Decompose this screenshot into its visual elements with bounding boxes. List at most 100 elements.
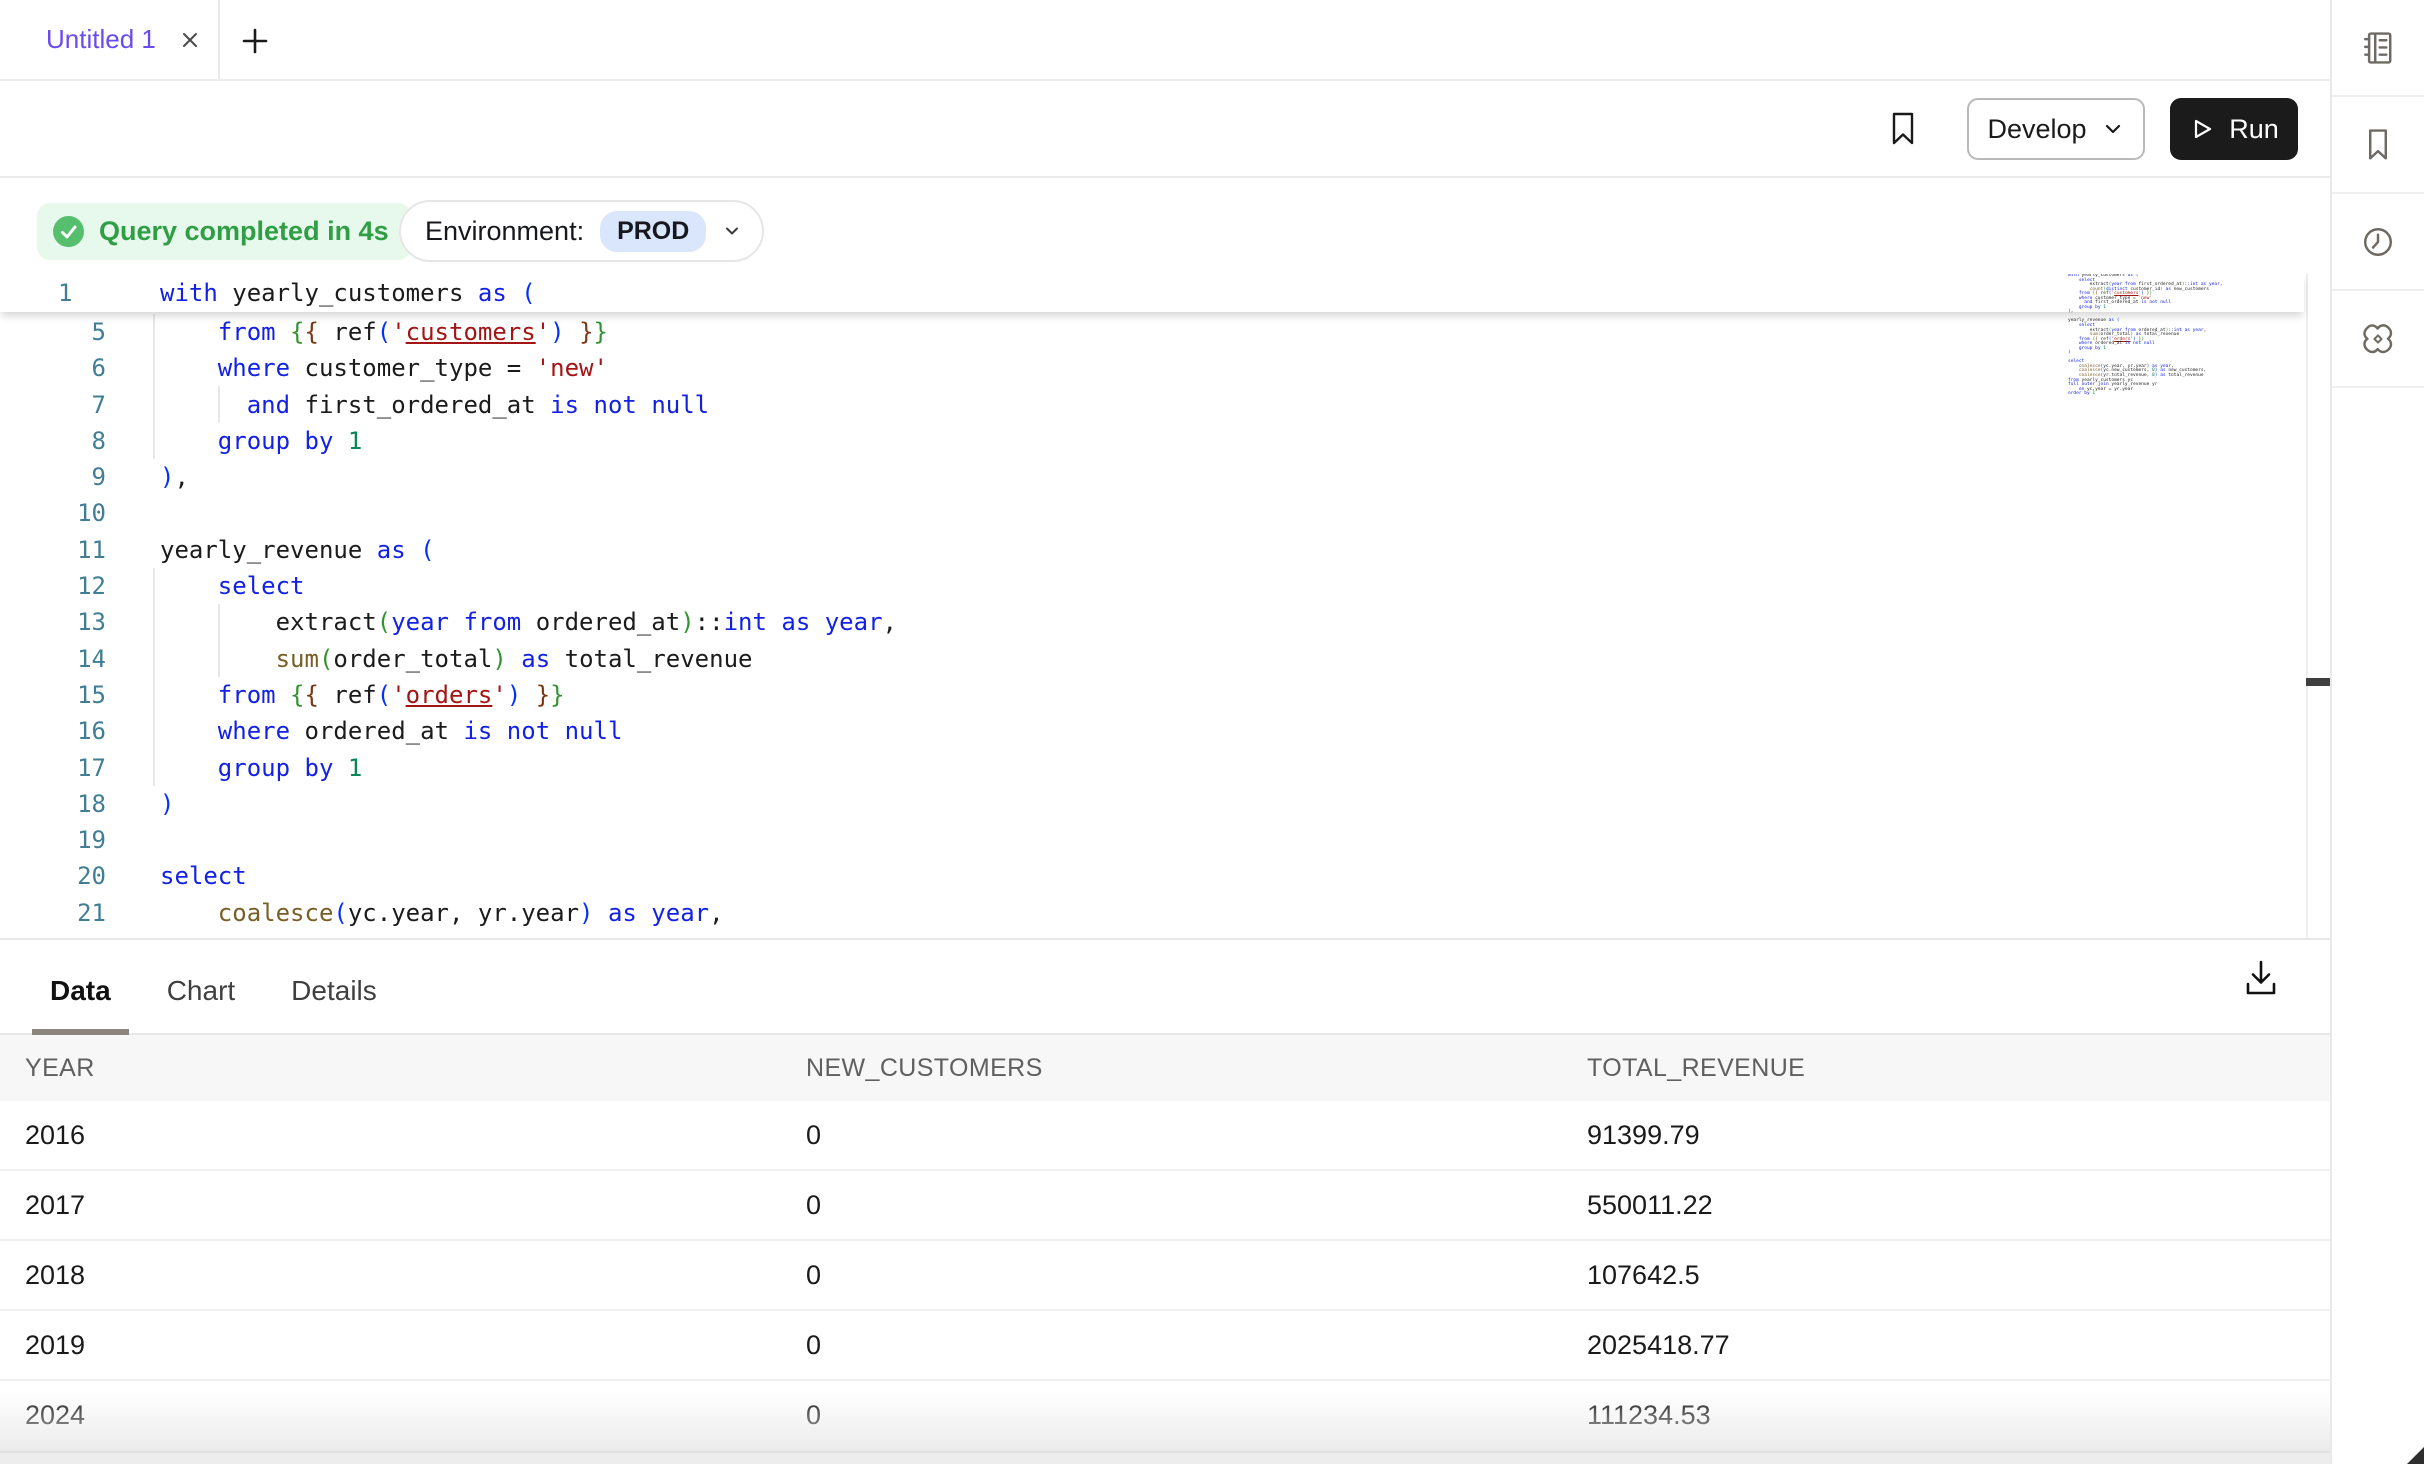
tab-chart[interactable]: Chart bbox=[149, 948, 253, 1033]
code-text: extract(year from ordered_at)::int as ye… bbox=[160, 604, 897, 640]
right-sidebar bbox=[2330, 0, 2424, 1464]
code-line: 19 bbox=[0, 822, 2300, 858]
table-cell: 2018 bbox=[25, 1260, 806, 1291]
environment-selector[interactable]: Environment: PROD bbox=[399, 200, 764, 262]
code-line: 18) bbox=[0, 786, 2300, 822]
code-line: 9), bbox=[0, 459, 2300, 495]
table-cell: 107642.5 bbox=[1587, 1260, 2330, 1291]
query-status-badge: Query completed in 4s bbox=[37, 203, 411, 260]
line-number: 7 bbox=[0, 387, 106, 423]
table-cell: 0 bbox=[806, 1400, 1587, 1431]
code-editor[interactable]: 5 from {{ ref('customers') }}6 where cus… bbox=[0, 274, 2330, 940]
code-text: select bbox=[160, 568, 305, 604]
bookmark-icon bbox=[2358, 125, 2398, 165]
line-number: 9 bbox=[0, 459, 106, 495]
results-table-body: 2016091399.7920170550011.2220180107642.5… bbox=[0, 1101, 2330, 1451]
line-number: 11 bbox=[0, 532, 106, 568]
code-line: 12 select bbox=[0, 568, 2300, 604]
app-root: Untitled 1 Develop Run Query complet bbox=[0, 0, 2424, 1464]
code-text: where customer_type = 'new' bbox=[160, 350, 608, 386]
environment-label: Environment: bbox=[425, 216, 584, 247]
download-icon[interactable] bbox=[2240, 956, 2282, 1000]
line-number: 22 bbox=[0, 931, 106, 940]
chevron-down-icon bbox=[2101, 117, 2125, 141]
code-text: group by 1 bbox=[160, 750, 362, 786]
table-row: 20240111234.53 bbox=[0, 1381, 2330, 1451]
line-number: 19 bbox=[0, 822, 106, 858]
line-number: 20 bbox=[0, 858, 106, 894]
code-text: coalesce(yc.new_customers, 0) as new_cus… bbox=[160, 931, 897, 940]
editor-scrollbar-marker[interactable] bbox=[2306, 678, 2330, 686]
line-number: 12 bbox=[0, 568, 106, 604]
table-cell: 0 bbox=[806, 1260, 1587, 1291]
code-line: 6 where customer_type = 'new' bbox=[0, 350, 2300, 386]
table-cell: 0 bbox=[806, 1120, 1587, 1151]
table-row: 20180107642.5 bbox=[0, 1241, 2330, 1311]
line-number: 6 bbox=[0, 350, 106, 386]
results-table-header: YEARNEW_CUSTOMERSTOTAL_REVENUE bbox=[0, 1035, 2330, 1101]
line-number: 14 bbox=[0, 641, 106, 677]
run-label: Run bbox=[2229, 114, 2279, 145]
editor-lines: 5 from {{ ref('customers') }}6 where cus… bbox=[0, 314, 2300, 940]
code-text: sum(order_total) as total_revenue bbox=[160, 641, 752, 677]
table-cell: 2025418.77 bbox=[1587, 1330, 2330, 1361]
line-number: 8 bbox=[0, 423, 106, 459]
sidebar-button-history[interactable] bbox=[2332, 194, 2424, 291]
table-cell: 2019 bbox=[25, 1330, 806, 1361]
sidebar-button-queries[interactable] bbox=[2332, 0, 2424, 97]
resize-corner bbox=[2407, 1447, 2424, 1464]
code-line: 11yearly_revenue as ( bbox=[0, 532, 2300, 568]
chevron-down-icon bbox=[722, 221, 742, 241]
code-text: coalesce(yc.year, yr.year) as year, bbox=[160, 895, 724, 931]
code-line: 20 select bbox=[0, 858, 2300, 894]
column-header-year: YEAR bbox=[25, 1054, 806, 1083]
code-line: 10 bbox=[0, 495, 2300, 531]
code-line: 5 from {{ ref('customers') }} bbox=[0, 314, 2300, 350]
table-cell: 550011.22 bbox=[1587, 1190, 2330, 1221]
code-line: 15 from {{ ref('orders') }} bbox=[0, 677, 2300, 713]
line-number: 1 bbox=[0, 274, 106, 312]
develop-button[interactable]: Develop bbox=[1967, 98, 2145, 160]
close-icon[interactable] bbox=[178, 28, 202, 52]
code-text: ), bbox=[160, 459, 189, 495]
play-icon bbox=[2189, 116, 2215, 142]
line-number: 21 bbox=[0, 895, 106, 931]
compass-icon bbox=[2358, 319, 2398, 359]
table-cell: 2016 bbox=[25, 1120, 806, 1151]
code-text: and first_ordered_at is not null bbox=[160, 387, 709, 423]
table-row: 201902025418.77 bbox=[0, 1311, 2330, 1381]
editor-scrollbar-track bbox=[2306, 274, 2308, 938]
table-cell: 2017 bbox=[25, 1190, 806, 1221]
code-line: 7 and first_ordered_at is not null bbox=[0, 387, 2300, 423]
notebook-icon bbox=[2358, 28, 2398, 68]
code-text: select bbox=[160, 858, 247, 894]
sidebar-button-bookmarks[interactable] bbox=[2332, 97, 2424, 194]
environment-value-chip: PROD bbox=[600, 211, 706, 252]
table-row: 20170550011.22 bbox=[0, 1171, 2330, 1241]
check-icon bbox=[53, 216, 84, 247]
tab-untitled-1[interactable]: Untitled 1 bbox=[0, 0, 220, 79]
tab-details[interactable]: Details bbox=[273, 948, 395, 1033]
tab-bar: Untitled 1 bbox=[0, 0, 2330, 81]
minimap[interactable]: with yearly_customers as ( select extrac… bbox=[2068, 274, 2286, 414]
code-line: 14 sum(order_total) as total_revenue bbox=[0, 641, 2300, 677]
tab-data[interactable]: Data bbox=[32, 948, 129, 1033]
line-number: 13 bbox=[0, 604, 106, 640]
query-status-text: Query completed in 4s bbox=[99, 216, 389, 247]
line-number: 10 bbox=[0, 495, 106, 531]
minimap-line: order by 1 bbox=[2068, 392, 2286, 397]
code-text: group by 1 bbox=[160, 423, 362, 459]
line-number: 15 bbox=[0, 677, 106, 713]
new-tab-plus-icon[interactable] bbox=[240, 26, 270, 56]
sidebar-button-semantic-layer[interactable] bbox=[2332, 291, 2424, 388]
code-text: from {{ ref('customers') }} bbox=[160, 314, 608, 350]
code-line: 8 group by 1 bbox=[0, 423, 2300, 459]
line-number: 5 bbox=[0, 314, 106, 350]
code-line: 22 coalesce(yc.new_customers, 0) as new_… bbox=[0, 931, 2300, 940]
code-line: 13 extract(year from ordered_at)::int as… bbox=[0, 604, 2300, 640]
horizontal-scrollbar[interactable] bbox=[0, 1451, 2330, 1464]
sticky-line: 1with yearly_customers as ( bbox=[0, 274, 2304, 312]
run-button[interactable]: Run bbox=[2170, 98, 2298, 160]
bookmark-icon[interactable] bbox=[1888, 110, 1918, 148]
code-line: 1with yearly_customers as ( bbox=[0, 274, 2304, 312]
